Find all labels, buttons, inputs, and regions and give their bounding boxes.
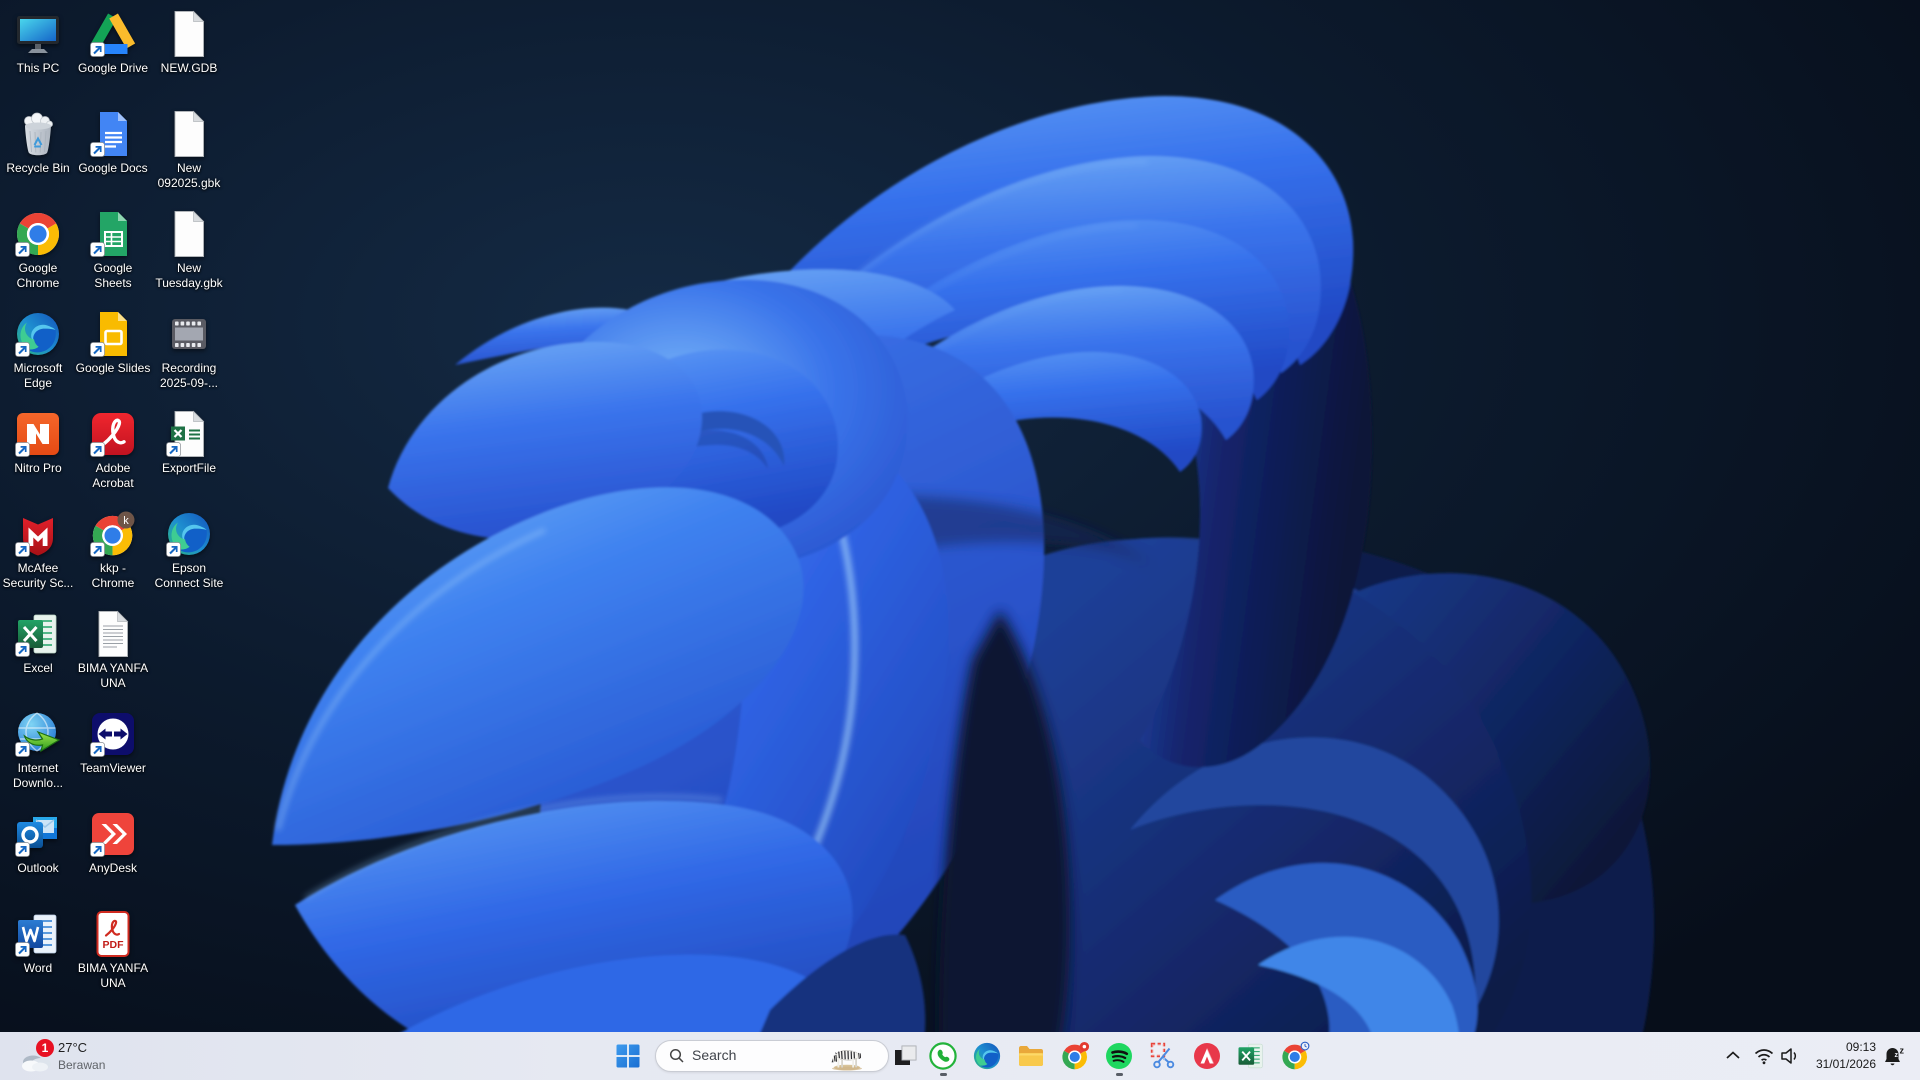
svg-text:z: z	[1895, 1052, 1899, 1059]
svg-text:k: k	[123, 515, 129, 527]
svg-text:1: 1	[42, 1041, 49, 1055]
svg-text:z: z	[1900, 1046, 1905, 1056]
svg-text:PDF: PDF	[103, 939, 125, 951]
